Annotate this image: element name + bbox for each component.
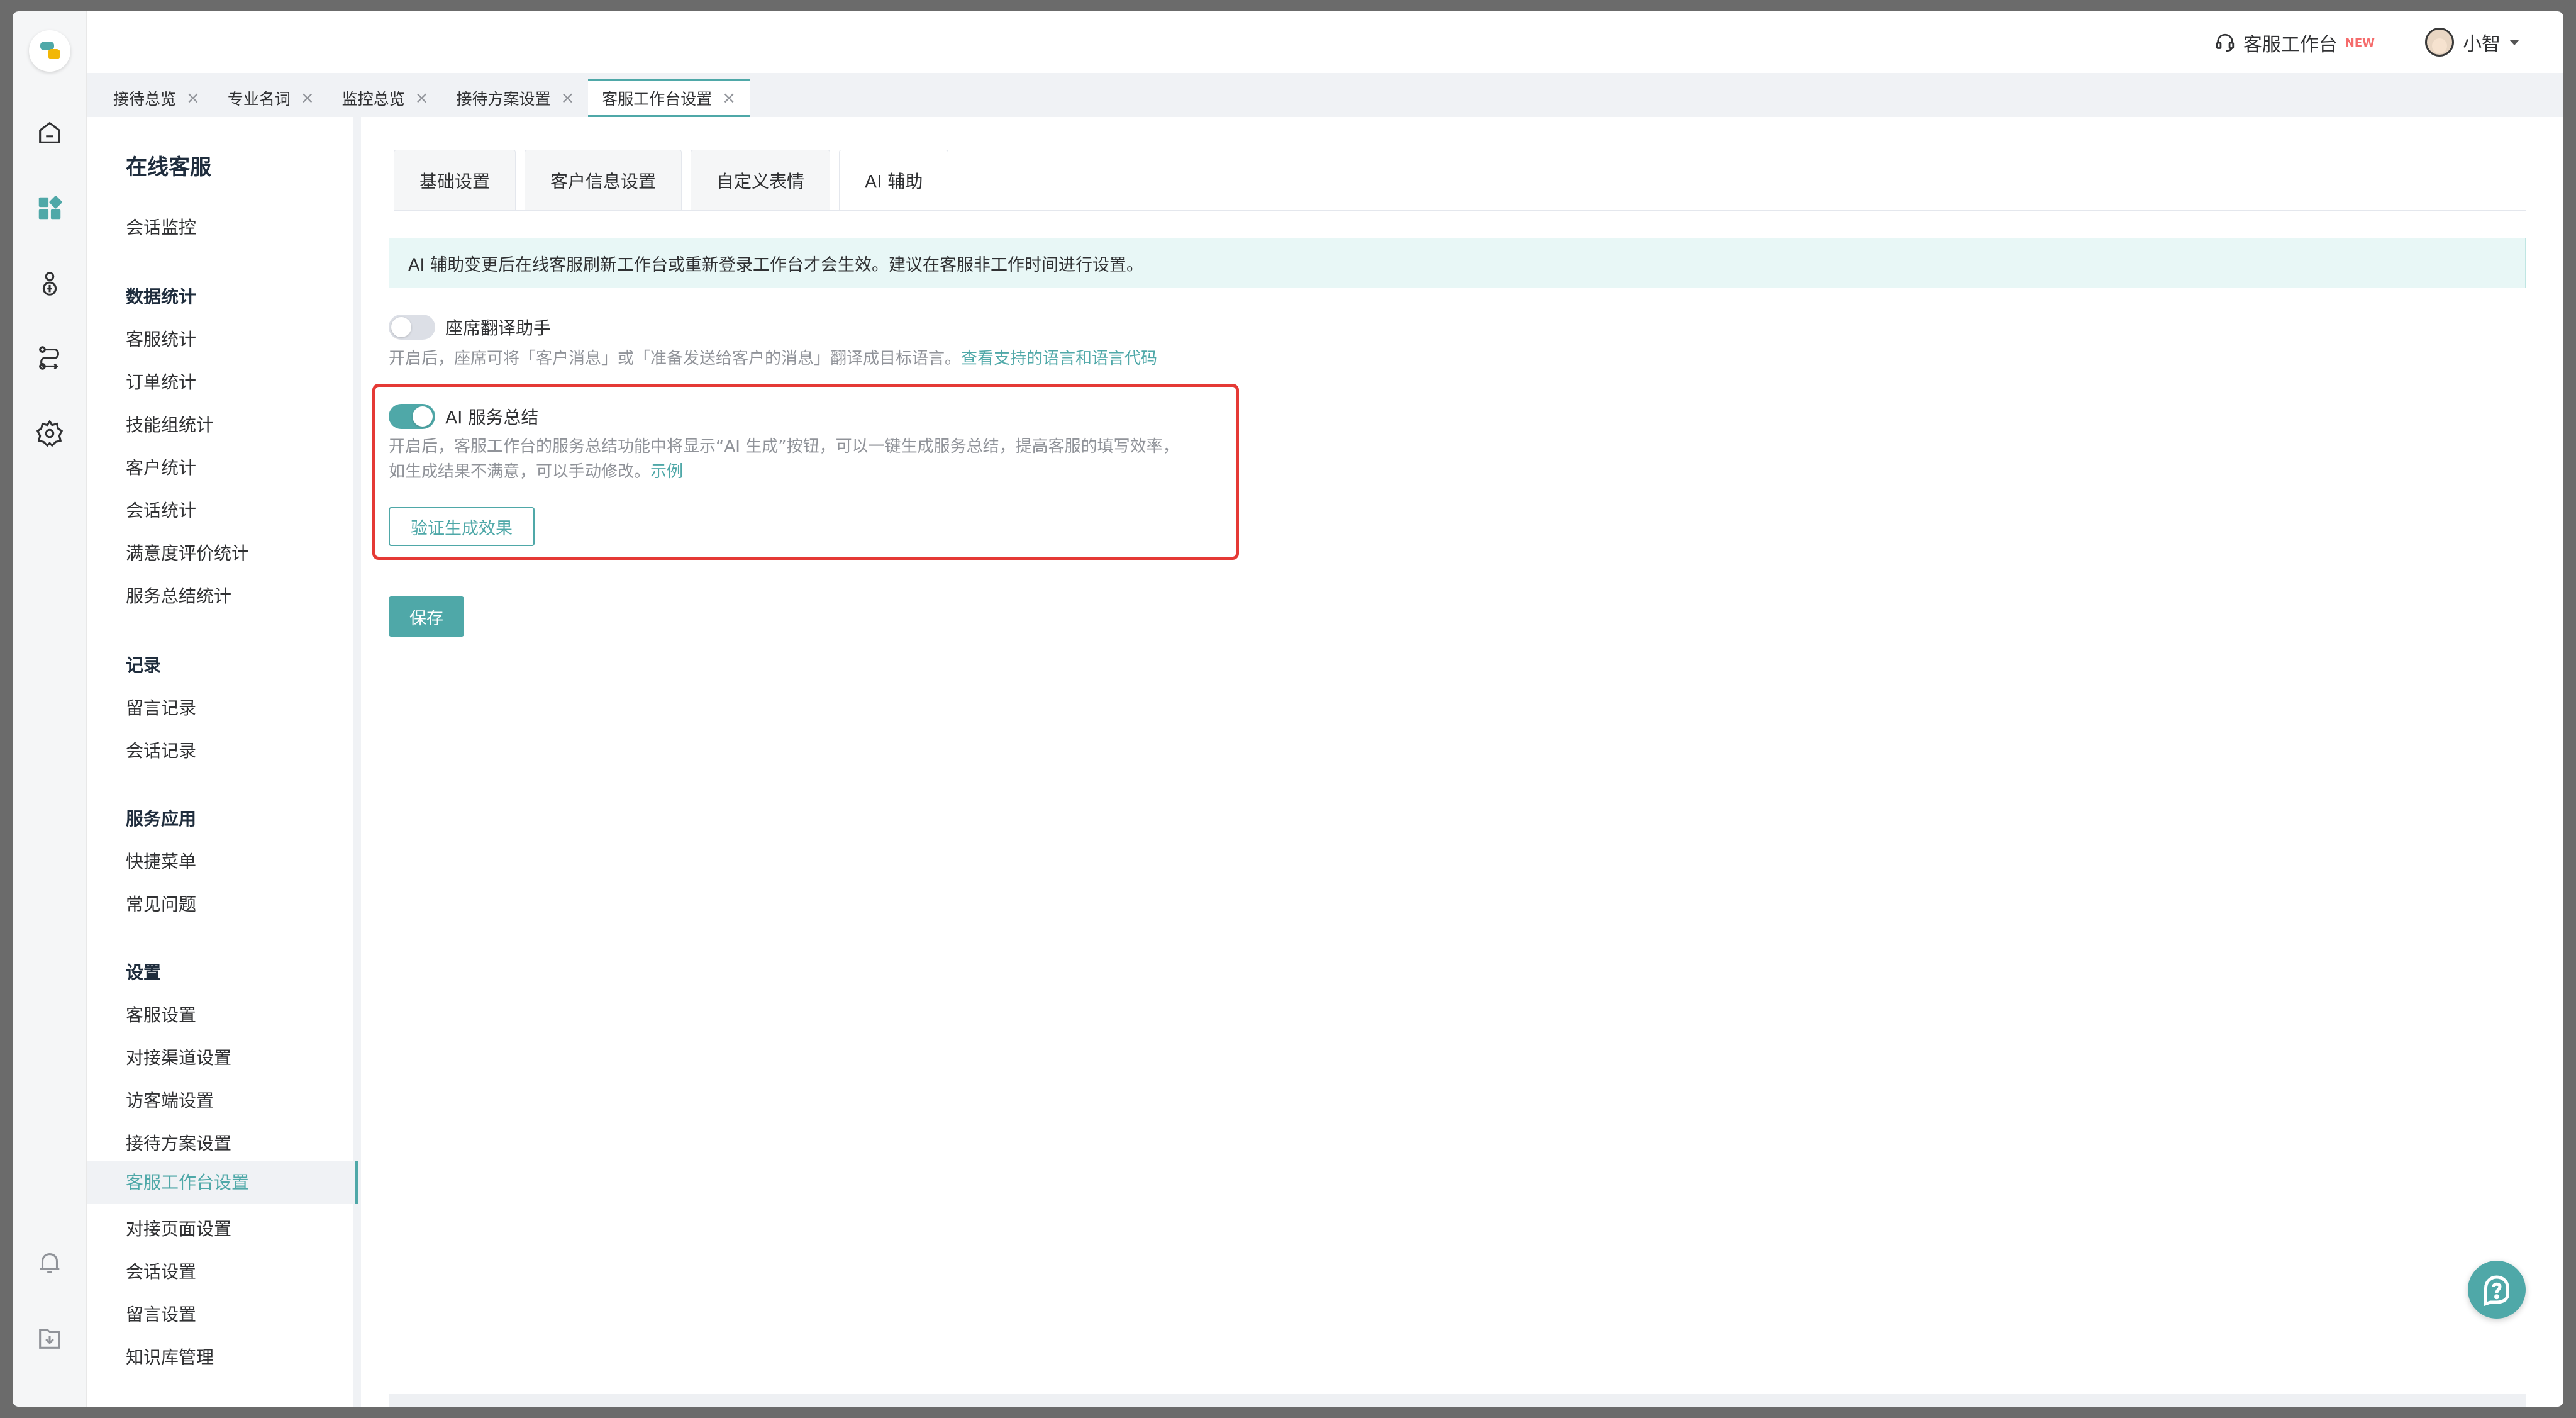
page-tab-reception-overview[interactable]: 接待总览 × <box>99 79 214 117</box>
ai-summary-label: AI 服务总结 <box>445 407 539 428</box>
ai-summary-toggle[interactable] <box>389 404 435 429</box>
top-header: 客服工作台 NEW 小智 <box>87 11 2563 73</box>
sidebar-item-channel-settings[interactable]: 对接渠道设置 <box>126 1044 231 1069</box>
sidebar-item-skill-group-stats[interactable]: 技能组统计 <box>126 411 214 437</box>
notice-banner: AI 辅助变更后在线客服刷新工作台或重新登录工作台才会生效。建议在客服非工作时间… <box>389 238 2526 288</box>
sidebar-item-message-settings[interactable]: 留言设置 <box>126 1301 196 1326</box>
ai-summary-option: AI 服务总结 <box>389 404 538 429</box>
app-logo[interactable] <box>29 30 70 72</box>
sidebar-group-service-apps: 服务应用 <box>126 808 197 829</box>
sidebar-item-faq[interactable]: 常见问题 <box>126 891 196 916</box>
sidebar-item-agent-stats[interactable]: 客服统计 <box>126 326 196 351</box>
bottom-scroll-area <box>389 1394 2526 1407</box>
verify-result-button[interactable]: 验证生成效果 <box>389 507 535 546</box>
sidebar-item-order-stats[interactable]: 订单统计 <box>126 369 196 394</box>
page-tab-plan-settings[interactable]: 接待方案设置 × <box>442 79 588 117</box>
help-button[interactable] <box>2468 1261 2526 1319</box>
dashboard-icon[interactable] <box>35 194 64 223</box>
sidebar-item-agent-settings[interactable]: 客服设置 <box>126 1002 196 1027</box>
home-icon[interactable] <box>35 118 64 147</box>
translate-description: 开启后，座席可将「客户消息」或「准备发送给客户的消息」翻译成目标语言。查看支持的… <box>389 346 1157 371</box>
sidebar-item-session-monitor[interactable]: 会话监控 <box>126 214 196 239</box>
app-window: 客服工作台 NEW 小智 接待总览 × 专业名词 × 监控总览 × 接待方案设置… <box>13 11 2563 1407</box>
sidebar-item-customer-stats[interactable]: 客户统计 <box>126 454 196 479</box>
ai-summary-desc-line1: 开启后，客服工作台的服务总结功能中将显示“AI 生成”按钮，可以一键生成服务总结… <box>389 437 1179 456</box>
tabs-divider <box>394 210 2526 211</box>
main-content: 基础设置 客户信息设置 自定义表情 AI 辅助 AI 辅助变更后在线客服刷新工作… <box>369 117 2563 1407</box>
sidebar-group-records: 记录 <box>126 655 162 676</box>
sidebar-item-quick-menu[interactable]: 快捷菜单 <box>126 848 196 873</box>
close-icon[interactable]: × <box>722 89 736 108</box>
sidebar-item-visitor-settings[interactable]: 访客端设置 <box>126 1087 214 1112</box>
close-icon[interactable]: × <box>415 89 429 108</box>
tab-basic-settings[interactable]: 基础设置 <box>394 150 516 210</box>
download-folder-icon[interactable] <box>35 1324 64 1353</box>
page-tab-workbench-settings[interactable]: 客服工作台设置 × <box>588 79 750 117</box>
workbench-entry[interactable]: 客服工作台 NEW <box>2214 30 2375 56</box>
sidebar-item-knowledge-base[interactable]: 知识库管理 <box>126 1344 214 1369</box>
workbench-label: 客服工作台 <box>2243 34 2338 56</box>
headset-icon <box>2216 33 2234 52</box>
sidebar-item-summary-stats[interactable]: 服务总结统计 <box>126 583 231 608</box>
sidebar-group-settings: 设置 <box>126 962 162 983</box>
bell-icon[interactable] <box>35 1248 64 1277</box>
sidebar-item-message-records[interactable]: 留言记录 <box>126 695 196 720</box>
close-icon[interactable]: × <box>186 89 200 108</box>
routing-icon[interactable] <box>35 343 64 372</box>
sidebar-item-session-records[interactable]: 会话记录 <box>126 737 196 762</box>
new-badge: NEW <box>2345 36 2375 50</box>
secondary-sidebar: 在线客服 会话监控 数据统计 客服统计 订单统计 技能组统计 客户统计 会话统计… <box>87 117 361 1407</box>
save-button[interactable]: 保存 <box>389 596 464 637</box>
avatar <box>2425 28 2454 57</box>
user-menu[interactable]: 小智 <box>2425 28 2519 57</box>
page-tab-label: 接待总览 <box>113 90 177 108</box>
settings-tabs: 基础设置 客户信息设置 自定义表情 AI 辅助 <box>394 150 949 210</box>
sidebar-item-session-stats[interactable]: 会话统计 <box>126 497 196 522</box>
sidebar-item-page-settings[interactable]: 对接页面设置 <box>126 1215 231 1241</box>
tab-ai-assist[interactable]: AI 辅助 <box>839 150 949 210</box>
user-name: 小智 <box>2463 33 2501 55</box>
gear-icon[interactable] <box>35 419 64 448</box>
language-codes-link[interactable]: 查看支持的语言和语言代码 <box>961 349 1157 368</box>
ai-summary-description: 开启后，客服工作台的服务总结功能中将显示“AI 生成”按钮，可以一键生成服务总结… <box>389 434 1179 484</box>
translate-desc-text: 开启后，座席可将「客户消息」或「准备发送给客户的消息」翻译成目标语言。 <box>389 349 962 368</box>
sidebar-item-plan-settings[interactable]: 接待方案设置 <box>126 1130 231 1155</box>
finance-icon[interactable] <box>35 269 64 298</box>
sidebar-title: 在线客服 <box>126 155 211 180</box>
close-icon[interactable]: × <box>560 89 574 108</box>
tab-customer-info-settings[interactable]: 客户信息设置 <box>525 150 682 210</box>
page-tab-monitor-overview[interactable]: 监控总览 × <box>328 79 443 117</box>
sidebar-item-satisfaction-stats[interactable]: 满意度评价统计 <box>126 540 249 565</box>
sidebar-item-session-settings[interactable]: 会话设置 <box>126 1258 196 1283</box>
help-icon <box>2484 1275 2509 1306</box>
page-tab-label: 监控总览 <box>341 90 405 108</box>
close-icon[interactable]: × <box>301 89 314 108</box>
translate-option: 座席翻译助手 <box>389 315 551 340</box>
chevron-down-icon <box>2509 39 2519 45</box>
ai-summary-desc-line2: 如生成结果不满意，可以手动修改。 <box>389 462 651 481</box>
translate-toggle[interactable] <box>389 315 435 340</box>
tab-custom-emoji[interactable]: 自定义表情 <box>691 150 831 210</box>
page-tab-label: 客服工作台设置 <box>602 90 713 108</box>
page-tab-label: 接待方案设置 <box>456 90 551 108</box>
page-tab-label: 专业名词 <box>227 90 291 108</box>
sidebar-group-data-stats: 数据统计 <box>126 286 197 307</box>
sidebar-item-workbench-settings[interactable]: 客服工作台设置 <box>87 1161 358 1204</box>
icon-rail <box>13 11 87 1407</box>
translate-label: 座席翻译助手 <box>445 318 552 338</box>
page-tab-strip: 接待总览 × 专业名词 × 监控总览 × 接待方案设置 × 客服工作台设置 × <box>87 73 2563 117</box>
page-tab-terms[interactable]: 专业名词 × <box>214 79 328 117</box>
example-link[interactable]: 示例 <box>650 462 683 481</box>
